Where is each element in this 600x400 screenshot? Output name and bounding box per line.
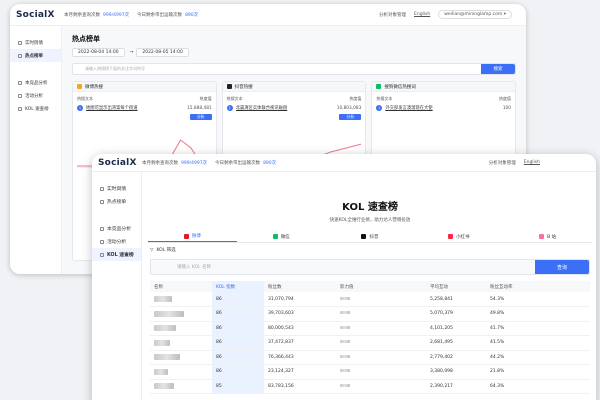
sogou-icon <box>376 84 382 89</box>
page-subtitle: 快速KOL全维行业榜，助力达人营销投放 <box>329 218 411 223</box>
col-fans[interactable]: 粉丝数 <box>264 281 336 292</box>
avatar <box>154 368 168 375</box>
front-window: SocialX 本月剩余查询次数 999/4997次 今日剩余带出运输次数 890次… <box>92 154 596 400</box>
analyze-button[interactable]: 分析 <box>189 114 212 120</box>
col-influence[interactable]: 影力值 <box>336 281 396 292</box>
sidebar-item-realtime[interactable]: 实时舆情 <box>92 182 141 195</box>
table-header: 名称 KOL 指数 粉丝数 影力值 平均互动 粉丝互动率 <box>150 281 590 292</box>
quota-monthly: 本月剩余查询次数 999/4997次 <box>142 160 208 166</box>
main: KOL 速查榜 快速KOL全维行业榜，助力达人营销投放 微博 微信 抖音 小红书… <box>144 172 596 400</box>
top-bar: SocialX 本月剩余查询次数 999/4997次 今日剩余带出运输次数 890次… <box>10 4 526 26</box>
search-button[interactable]: 查询 <box>535 260 589 274</box>
avatar <box>154 354 180 360</box>
chart-icon <box>18 80 22 85</box>
chart-icon <box>100 226 104 231</box>
monitor-icon <box>18 40 22 45</box>
table-row[interactable]: 86 37,472,837 2,681,495 41.5% <box>150 335 590 351</box>
sidebar: 实时舆情 热点榜单 本竞品分析 活动分析 KOL 速查榜 <box>10 26 62 274</box>
weibo-icon <box>77 84 82 89</box>
tab-bilibili[interactable]: B 站 <box>503 231 592 242</box>
sidebar-item-campaign[interactable]: 活动分析 <box>10 89 61 102</box>
table-row[interactable]: 86 31,070,794 5,258,841 54.3% <box>150 292 590 307</box>
quota-daily: 今日剩余带出运输次数 890次 <box>137 12 199 18</box>
user-icon <box>18 106 22 111</box>
table-row[interactable]: 86 80,000,543 4,101,205 41.7% <box>150 321 590 336</box>
top-bar: SocialX 本月剩余查询次数 999/4997次 今日剩余带出运输次数 890次… <box>92 154 596 172</box>
avatar <box>154 295 172 302</box>
fire-icon <box>100 199 104 204</box>
analyze-button[interactable]: 分析 <box>339 114 362 120</box>
kol-table: 名称 KOL 指数 粉丝数 影力值 平均互动 粉丝互动率 86 31,070,79… <box>150 281 590 394</box>
sidebar-item-campaign[interactable]: 活动分析 <box>92 235 141 248</box>
table-row[interactable]: 85 83,783,156 2,390,217 64.3% <box>150 379 590 394</box>
search-button[interactable]: 搜索 <box>481 64 515 74</box>
search-bar: 请输入热搜榜下面的关注字词符号 搜索 <box>72 63 516 75</box>
user-menu[interactable]: weilian@mininglamp.com ▾ <box>438 10 512 19</box>
avatar <box>154 325 176 331</box>
avatar <box>154 339 170 346</box>
col-avg-engagement[interactable]: 平均互动 <box>426 281 486 292</box>
language-switch[interactable]: English <box>414 12 430 17</box>
kol-filter[interactable]: ▽ KOL 筛选 <box>150 247 590 254</box>
date-end-input[interactable]: 2022-08-05 14:00 <box>136 48 189 57</box>
list-item[interactable]: 1 北晨清区实体联合视讯磁盘 10,803,083 <box>226 105 361 111</box>
wechat-icon <box>272 234 278 239</box>
fire-icon <box>18 53 22 58</box>
table-row[interactable]: 86 76,366,443 2,779,402 44.2% <box>150 350 590 365</box>
logo: SocialX <box>98 157 137 168</box>
logo: SocialX <box>16 9 55 20</box>
search-input[interactable]: 请输入 KOL 名称 <box>151 264 535 270</box>
tab-xiaohongshu[interactable]: 小红书 <box>414 231 503 242</box>
col-name[interactable]: 名称 <box>150 281 212 292</box>
sidebar-item-compete[interactable]: 本竞品分析 <box>92 222 141 235</box>
col-empty <box>396 281 426 292</box>
sidebar-item-kol[interactable]: KOL 速查榜 <box>92 248 141 261</box>
user-icon <box>100 252 104 257</box>
col-kol-index[interactable]: KOL 指数 <box>212 281 264 292</box>
tab-douyin[interactable]: 抖音 <box>326 231 415 242</box>
platform-tabs: 微博 微信 抖音 小红书 B 站 <box>148 231 592 243</box>
account-mgmt-link[interactable]: 分析对象管理 <box>489 160 516 166</box>
page-title: 热点榜单 <box>72 35 100 43</box>
page-title: KOL 速查榜 <box>342 202 398 213</box>
table-row[interactable]: 86 23,124,327 3,380,098 21.8% <box>150 364 590 380</box>
date-range: 2022-08-04 14:00 → 2022-08-05 14:00 <box>72 48 520 57</box>
sidebar: 实时舆情 热点榜单 本竞品分析 活动分析 KOL 速查榜 <box>92 172 142 400</box>
tab-wechat[interactable]: 微信 <box>237 231 326 242</box>
search-bar: 请输入 KOL 名称 查询 <box>150 259 590 275</box>
sidebar-item-kol[interactable]: KOL 速查榜 <box>10 102 61 115</box>
tab-weibo[interactable]: 微博 <box>148 231 237 242</box>
monitor-icon <box>100 186 104 191</box>
sidebar-item-hot[interactable]: 热点榜单 <box>92 195 141 208</box>
list-item[interactable]: 1 地图可显示出湾案每个街道 15,888,481 <box>77 105 212 111</box>
bilibili-icon <box>539 234 545 239</box>
avatar <box>154 310 184 317</box>
search-input[interactable]: 请输入热搜榜下面的关注字词符号 <box>73 66 481 72</box>
flag-icon <box>18 93 22 98</box>
quota-daily: 今日剩余带出运输次数 890次 <box>215 160 277 166</box>
language-switch[interactable]: English <box>524 160 540 165</box>
table-row[interactable]: 86 39,703,603 5,070,379 49.8% <box>150 306 590 322</box>
douyin-icon <box>361 234 367 239</box>
sidebar-item-compete[interactable]: 本竞品分析 <box>10 76 61 89</box>
weibo-icon <box>183 233 189 239</box>
quota-monthly: 本月剩余查询次数 999/4997次 <box>64 12 130 18</box>
list-item[interactable]: 1 外交部发言澳溜现在大使 100 <box>376 105 511 111</box>
sidebar-item-hot[interactable]: 热点榜单 <box>10 49 61 62</box>
xiaohongshu-icon <box>448 234 454 239</box>
date-start-input[interactable]: 2022-08-04 14:00 <box>72 48 125 57</box>
col-engagement-rate[interactable]: 粉丝互动率 <box>486 281 590 292</box>
douyin-icon <box>226 84 232 89</box>
filter-icon: ▽ <box>150 247 154 253</box>
avatar <box>154 383 174 389</box>
flag-icon <box>100 239 104 244</box>
account-mgmt-link[interactable]: 分析对象管理 <box>379 12 406 18</box>
sidebar-item-realtime[interactable]: 实时舆情 <box>10 36 61 49</box>
